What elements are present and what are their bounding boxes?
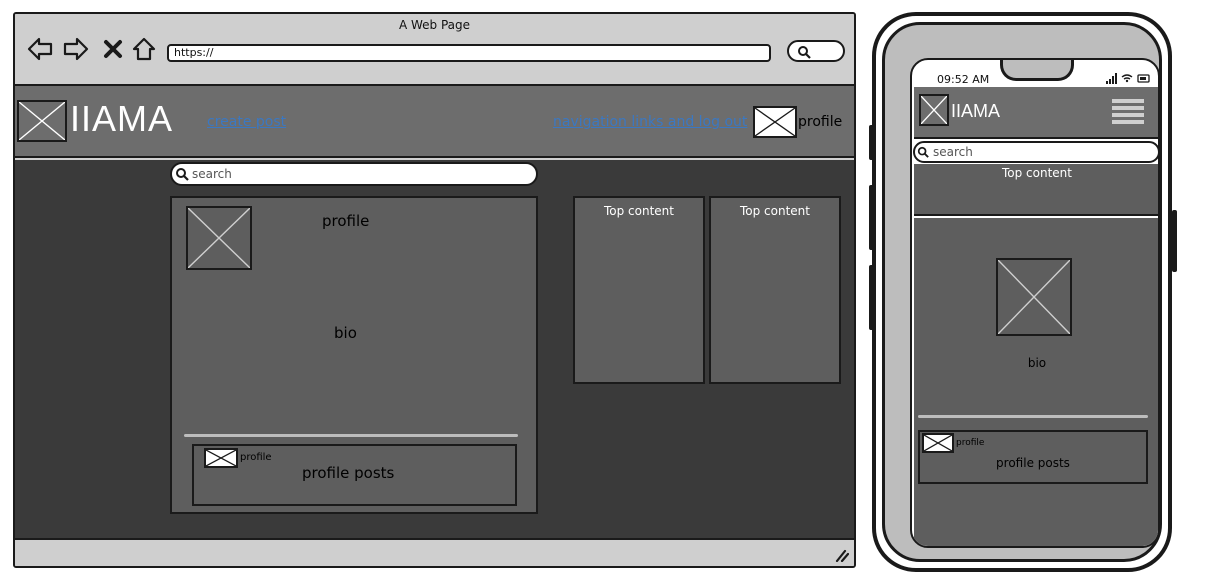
top-content-card[interactable]: Top content: [914, 164, 1158, 216]
hamburger-menu-icon[interactable]: [1112, 99, 1144, 125]
profile-avatar-placeholder[interactable]: [753, 106, 797, 138]
create-post-link[interactable]: create post: [207, 114, 286, 130]
post-avatar-placeholder: [922, 433, 954, 453]
signal-wifi-battery-icon: [1106, 73, 1150, 84]
profile-posts-label: profile posts: [302, 464, 395, 482]
browser-window: A Web Page https:// IIAMA create post na…: [13, 12, 856, 568]
phone-bezel: 09:52 AM IIAMA search Top content bio pr…: [882, 22, 1162, 562]
resize-handle-icon[interactable]: [833, 546, 849, 562]
profile-avatar-placeholder: [996, 258, 1072, 336]
search-input[interactable]: search: [170, 162, 538, 186]
search-icon: [798, 46, 811, 59]
logo-text: IIAMA: [70, 98, 174, 139]
profile-posts-box[interactable]: profile profile posts: [918, 430, 1148, 484]
profile-heading: profile: [322, 212, 370, 230]
post-username: profile: [240, 452, 272, 463]
bio-text: bio: [1027, 356, 1047, 370]
profile-posts-box[interactable]: profile profile posts: [192, 444, 517, 506]
main-content: search profile bio profile profile posts…: [15, 160, 854, 540]
phone-side-button: [869, 265, 874, 330]
phone-side-button: [869, 185, 874, 250]
status-bar: [15, 542, 854, 566]
phone-app-header: IIAMA: [914, 87, 1158, 139]
browser-chrome: A Web Page https://: [15, 14, 854, 86]
phone-frame: 09:52 AM IIAMA search Top content bio pr…: [872, 12, 1172, 572]
logo-text: IIAMA: [951, 101, 1001, 121]
bio-text: bio: [334, 324, 357, 342]
top-content-label: Top content: [739, 204, 810, 218]
phone-time: 09:52 AM: [937, 73, 990, 86]
home-icon[interactable]: [131, 36, 157, 62]
phone-side-button: [869, 125, 874, 160]
post-avatar-placeholder: [204, 448, 238, 468]
top-content-label: Top content: [1001, 166, 1072, 180]
top-content-card[interactable]: Top content: [573, 196, 705, 384]
phone-notch: [1000, 60, 1074, 81]
profile-link[interactable]: profile: [798, 114, 842, 130]
back-arrow-icon[interactable]: [27, 36, 53, 62]
logo-image-placeholder: [919, 94, 949, 126]
forward-arrow-icon[interactable]: [63, 36, 89, 62]
close-icon[interactable]: [103, 36, 123, 62]
app-header: IIAMA create post navigation links and l…: [15, 86, 854, 158]
divider: [918, 415, 1148, 418]
search-icon: [176, 168, 189, 181]
url-bar[interactable]: https://: [167, 44, 771, 62]
top-content-label: Top content: [603, 204, 674, 218]
post-username: profile: [956, 438, 985, 448]
window-title: A Web Page: [398, 18, 471, 32]
profile-avatar-placeholder: [186, 206, 252, 270]
logo-image-placeholder: [17, 100, 67, 142]
search-input[interactable]: search: [913, 141, 1158, 163]
divider: [184, 434, 518, 437]
phone-screen: 09:52 AM IIAMA search Top content bio pr…: [910, 58, 1160, 548]
browser-search-button[interactable]: [787, 40, 845, 62]
phone-side-button: [1172, 210, 1177, 272]
profile-card: profile bio profile profile posts: [170, 196, 538, 514]
top-content-card[interactable]: Top content: [709, 196, 841, 384]
navigation-links[interactable]: navigation links and log out: [553, 114, 747, 130]
phone-profile-section: bio profile profile posts: [914, 218, 1158, 546]
search-icon: [917, 146, 929, 158]
profile-posts-label: profile posts: [996, 456, 1070, 470]
